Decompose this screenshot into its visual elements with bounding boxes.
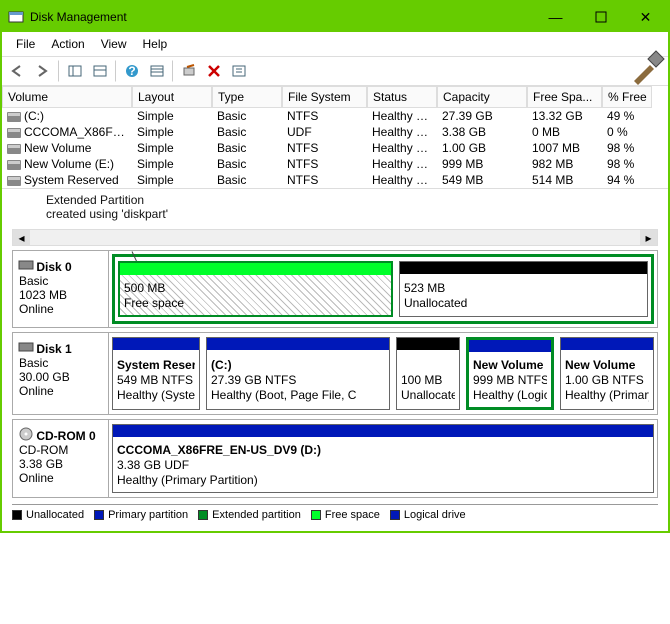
disk-row-cdrom[interactable]: CD-ROM 0 CD-ROM 3.38 GB Online CCCOMA_X8…: [12, 419, 658, 498]
disk-row-0[interactable]: Disk 0 Basic 1023 MB Online 500 MBFree s…: [12, 250, 658, 328]
drive-icon: [7, 112, 21, 122]
disk-row-1[interactable]: Disk 1 Basic 30.00 GB Online System Rese…: [12, 332, 658, 415]
menu-help[interactable]: Help: [135, 34, 176, 54]
view-button-2[interactable]: [88, 60, 112, 82]
swatch-extended: [198, 510, 208, 520]
partition-dvd[interactable]: CCCOMA_X86FRE_EN-US_DV9 (D:)3.38 GB UDFH…: [112, 424, 654, 493]
close-button[interactable]: ✕: [623, 2, 668, 32]
scroll-left[interactable]: ◂: [13, 230, 30, 245]
back-button[interactable]: [6, 60, 30, 82]
forward-button[interactable]: [31, 60, 55, 82]
volume-table: Volume Layout Type File System Status Ca…: [2, 86, 668, 189]
drive-icon: [7, 144, 21, 154]
list-view-button[interactable]: [145, 60, 169, 82]
menu-action[interactable]: Action: [43, 34, 92, 54]
disk-info: CD-ROM 0 CD-ROM 3.38 GB Online: [13, 420, 109, 497]
partition-c[interactable]: (C:)27.39 GB NTFSHealthy (Boot, Page Fil…: [206, 337, 390, 410]
col-fs[interactable]: File System: [282, 86, 367, 108]
disk-icon: [19, 257, 33, 271]
swatch-unalloc: [12, 510, 22, 520]
svg-text:?: ?: [128, 64, 135, 78]
disk-info: Disk 0 Basic 1023 MB Online: [13, 251, 109, 327]
delete-button[interactable]: [202, 60, 226, 82]
disc-icon: [19, 426, 33, 440]
table-row[interactable]: CCCOMA_X86FRE...SimpleBasicUDFHealthy (P…: [2, 124, 668, 140]
partition-system[interactable]: System Reserv549 MB NTFSHealthy (Syster: [112, 337, 200, 410]
disk-icon: [19, 339, 33, 353]
disk-info: Disk 1 Basic 30.00 GB Online: [13, 333, 109, 414]
col-layout[interactable]: Layout: [132, 86, 212, 108]
partition-unallocated[interactable]: 523 MBUnallocated: [399, 261, 648, 317]
properties-button[interactable]: [227, 60, 251, 82]
annotation: Extended Partition created using 'diskpa…: [2, 189, 668, 227]
table-row[interactable]: System ReservedSimpleBasicNTFSHealthy (S…: [2, 172, 668, 188]
hammer-icon: [628, 51, 664, 87]
swatch-primary: [94, 510, 104, 520]
view-button-1[interactable]: [63, 60, 87, 82]
titlebar: Disk Management — ✕: [2, 2, 668, 32]
menubar: File Action View Help: [2, 32, 668, 57]
col-free[interactable]: Free Spa...: [527, 86, 602, 108]
horizontal-scrollbar[interactable]: ◂ ▸: [12, 229, 658, 246]
minimize-button[interactable]: —: [533, 2, 578, 32]
swatch-free: [311, 510, 321, 520]
col-type[interactable]: Type: [212, 86, 282, 108]
col-pct[interactable]: % Free: [602, 86, 652, 108]
col-capacity[interactable]: Capacity: [437, 86, 527, 108]
table-row[interactable]: New Volume (E:)SimpleBasicNTFSHealthy (L…: [2, 156, 668, 172]
partition-unalloc[interactable]: 100 MBUnallocate: [396, 337, 460, 410]
maximize-button[interactable]: [578, 2, 623, 32]
col-volume[interactable]: Volume: [2, 86, 132, 108]
drive-icon: [7, 176, 21, 186]
toolbar: ?: [2, 57, 668, 86]
table-row[interactable]: (C:)SimpleBasicNTFSHealthy (B...27.39 GB…: [2, 108, 668, 124]
partition-newvol[interactable]: New Volume1.00 GB NTFSHealthy (Primary: [560, 337, 654, 410]
scroll-right[interactable]: ▸: [640, 230, 657, 245]
drive-icon: [7, 160, 21, 170]
help-button[interactable]: ?: [120, 60, 144, 82]
app-icon: [8, 9, 24, 25]
table-header: Volume Layout Type File System Status Ca…: [2, 86, 668, 108]
swatch-logical: [390, 510, 400, 520]
partition-newvol-e[interactable]: New Volume (999 MB NTFSHealthy (Logica: [466, 337, 554, 410]
window-title: Disk Management: [30, 10, 533, 24]
menu-view[interactable]: View: [93, 34, 135, 54]
drive-icon: [7, 128, 21, 138]
menu-file[interactable]: File: [8, 34, 43, 54]
partition-free[interactable]: 500 MBFree space: [118, 261, 393, 317]
col-status[interactable]: Status: [367, 86, 437, 108]
scan-button[interactable]: [177, 60, 201, 82]
legend: Unallocated Primary partition Extended p…: [12, 504, 658, 521]
table-row[interactable]: New VolumeSimpleBasicNTFSHealthy (P...1.…: [2, 140, 668, 156]
